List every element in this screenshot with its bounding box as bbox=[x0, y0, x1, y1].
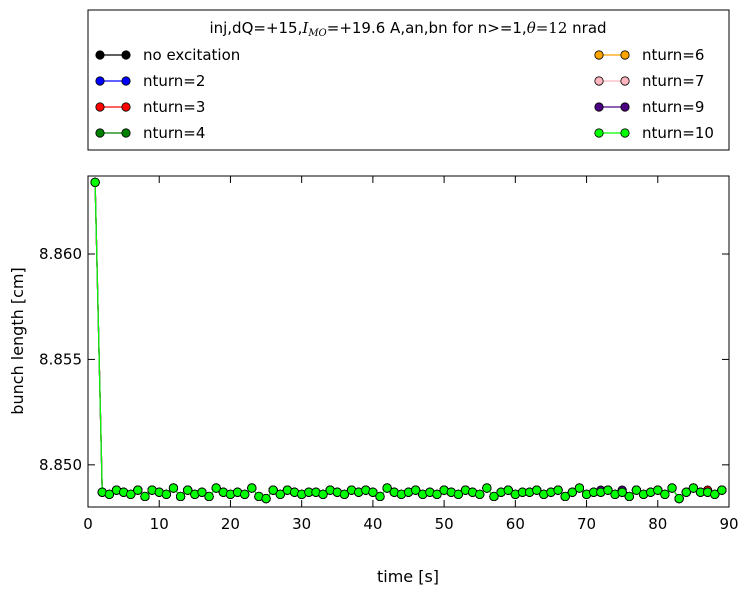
x-tick-label: 70 bbox=[577, 515, 596, 533]
data-point bbox=[482, 483, 492, 493]
chart-figure: inj,dQ=+15,IMO=+19.6 A,an,bn for n>=1,θ=… bbox=[8, 9, 739, 586]
data-point bbox=[175, 491, 186, 502]
data-point bbox=[168, 483, 179, 493]
y-axis-label: bunch length [cm] bbox=[8, 267, 27, 414]
legend-marker bbox=[594, 76, 604, 86]
legend-marker bbox=[121, 128, 131, 138]
legend-marker bbox=[620, 128, 630, 138]
data-point bbox=[140, 491, 150, 502]
data-point bbox=[375, 491, 385, 502]
data-point bbox=[574, 483, 585, 493]
legend-title-math-theta: θ bbox=[527, 19, 536, 37]
legend-marker bbox=[121, 50, 131, 60]
legend-label: nturn=7 bbox=[642, 72, 704, 90]
data-point bbox=[204, 491, 214, 502]
x-tick-label: 80 bbox=[648, 515, 667, 533]
legend-marker bbox=[121, 76, 131, 86]
legend-title-part1: inj,dQ=+15, bbox=[209, 19, 302, 37]
x-tick-label: 30 bbox=[292, 515, 311, 533]
plot-area bbox=[87, 175, 730, 508]
legend-marker bbox=[95, 102, 105, 112]
legend-marker bbox=[121, 102, 131, 112]
legend-marker bbox=[620, 50, 630, 60]
legend-title-math-sub: MO bbox=[307, 28, 326, 39]
legend-marker bbox=[95, 76, 105, 86]
legend-marker bbox=[594, 128, 604, 138]
data-point bbox=[553, 485, 563, 495]
data-point bbox=[247, 483, 257, 493]
legend-marker bbox=[594, 50, 604, 60]
legend-marker bbox=[594, 102, 604, 112]
data-point bbox=[240, 489, 250, 499]
legend-title-part3: nrad bbox=[567, 19, 606, 37]
x-tick-label: 50 bbox=[435, 515, 454, 533]
y-tick-label: 8.860 bbox=[39, 245, 82, 263]
legend-label: no excitation bbox=[143, 46, 240, 64]
legend-label: nturn=9 bbox=[642, 98, 704, 116]
data-point bbox=[674, 493, 684, 504]
legend-label: nturn=3 bbox=[143, 98, 205, 116]
data-point bbox=[667, 483, 677, 493]
legend-label: nturn=2 bbox=[143, 72, 205, 90]
legend-title-part2: =+19.6 A,an,bn for n>=1, bbox=[327, 19, 527, 37]
legend-label: nturn=4 bbox=[143, 124, 205, 142]
legend-title-math-eq: =12 bbox=[536, 19, 568, 37]
data-point bbox=[161, 489, 171, 499]
x-tick-label: 40 bbox=[363, 515, 382, 533]
legend-marker bbox=[620, 102, 630, 112]
data-point bbox=[624, 491, 634, 502]
data-point bbox=[660, 489, 670, 499]
legend-marker bbox=[620, 76, 630, 86]
legend-label: nturn=6 bbox=[642, 46, 704, 64]
legend-title: inj,dQ=+15,IMO=+19.6 A,an,bn for n>=1,θ=… bbox=[209, 19, 606, 39]
x-tick-label: 20 bbox=[221, 515, 240, 533]
data-point bbox=[717, 485, 727, 495]
y-tick-label: 8.850 bbox=[39, 456, 82, 474]
y-tick-label: 8.855 bbox=[39, 350, 82, 368]
x-axis-label: time [s] bbox=[377, 567, 439, 586]
data-point bbox=[90, 177, 100, 187]
legend-marker bbox=[95, 128, 105, 138]
data-point bbox=[133, 485, 143, 495]
data-point bbox=[261, 493, 271, 504]
x-tick-label: 90 bbox=[719, 515, 738, 533]
x-tick-label: 0 bbox=[83, 515, 93, 533]
legend-label: nturn=10 bbox=[642, 124, 714, 142]
legend-marker bbox=[95, 50, 105, 60]
x-tick-label: 10 bbox=[150, 515, 169, 533]
data-point bbox=[475, 489, 485, 499]
x-tick-label: 60 bbox=[506, 515, 525, 533]
